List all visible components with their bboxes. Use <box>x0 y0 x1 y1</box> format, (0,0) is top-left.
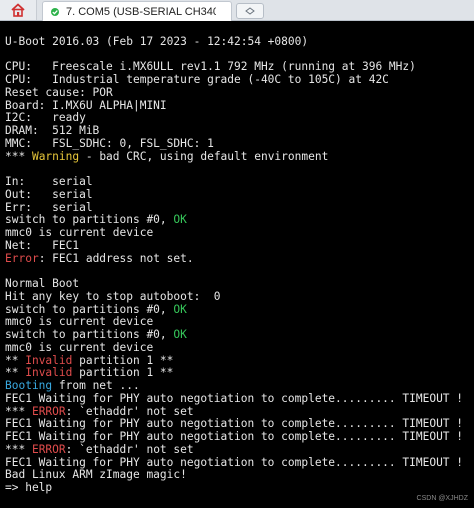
new-tab-icon <box>245 7 255 15</box>
terminal-text: Normal Boot <box>5 277 80 290</box>
terminal-text: : `ethaddr' not set <box>65 442 194 456</box>
terminal-text: FEC1 Waiting for PHY auto negotiation to… <box>5 455 464 469</box>
terminal-line: FEC1 Waiting for PHY auto negotiation to… <box>5 417 463 430</box>
terminal-text: FEC1 Waiting for PHY auto negotiation to… <box>5 417 464 431</box>
home-icon <box>11 3 25 17</box>
new-tab-button[interactable] <box>236 3 264 19</box>
terminal-line: CPU: Industrial temperature grade (-40C … <box>5 73 389 86</box>
highlighted-text: ERROR <box>31 404 66 418</box>
terminal-line: Net: FEC1 <box>5 239 79 252</box>
watermark: CSDN @XJHDZ <box>416 495 468 502</box>
terminal-line: switch to partitions #0, OK <box>5 303 187 316</box>
terminal-text: U-Boot 2016.03 (Feb 17 2023 - 12:42:54 +… <box>5 34 309 48</box>
terminal-text: I2C: ready <box>5 111 86 125</box>
terminal-text: Hit any key to stop autoboot: 0 <box>5 289 221 303</box>
terminal-text: *** <box>5 149 32 163</box>
terminal-text: switch to partitions #0, <box>5 328 174 341</box>
terminal-text: Out: serial <box>5 187 93 201</box>
terminal-text: Bad Linux ARM zImage magic! <box>5 468 187 482</box>
terminal-line: FEC1 Waiting for PHY auto negotiation to… <box>5 430 463 443</box>
connection-status-icon <box>49 6 61 18</box>
terminal-text: *** <box>5 404 32 418</box>
highlighted-text: OK <box>173 213 187 227</box>
terminal-line: Out: serial <box>5 188 93 201</box>
highlighted-text: Invalid <box>25 366 73 380</box>
terminal-text: Reset cause: POR <box>5 85 113 99</box>
highlighted-text: Invalid <box>25 353 73 367</box>
terminal-line: Booting from net ... <box>5 379 140 392</box>
terminal-line: *** ERROR: `ethaddr' not set <box>5 405 194 418</box>
terminal-line: Board: I.MX6U ALPHA|MINI <box>5 99 167 112</box>
tab-bar: 7. COM5 (USB-SERIAL CH340 (COM <box>0 0 474 21</box>
terminal-line: mmc0 is current device <box>5 315 153 328</box>
tab-com5[interactable]: 7. COM5 (USB-SERIAL CH340 (COM <box>42 1 232 21</box>
terminal-line: Hit any key to stop autoboot: 0 <box>5 290 221 303</box>
highlighted-text: Booting <box>5 379 53 392</box>
highlighted-text: OK <box>173 328 187 341</box>
terminal-line: Error: FEC1 address not set. <box>5 252 194 265</box>
terminal-text: mmc0 is current device <box>5 340 154 354</box>
terminal-text: ** <box>5 353 26 367</box>
terminal-line: *** ERROR: `ethaddr' not set <box>5 443 194 456</box>
terminal-line: FEC1 Waiting for PHY auto negotiation to… <box>5 456 463 469</box>
terminal-text: - bad CRC, using default environment <box>79 149 329 163</box>
terminal-text: MMC: FSL_SDHC: 0, FSL_SDHC: 1 <box>5 136 214 150</box>
terminal-line: FEC1 Waiting for PHY auto negotiation to… <box>5 392 463 405</box>
terminal-text: *** <box>5 442 32 456</box>
terminal-text: Net: FEC1 <box>5 238 80 252</box>
terminal-line: switch to partitions #0, OK <box>5 213 187 226</box>
terminal-text: DRAM: 512 MiB <box>5 124 100 137</box>
terminal-text: : `ethaddr' not set <box>65 404 194 418</box>
terminal-line: DRAM: 512 MiB <box>5 124 99 137</box>
terminal-text: FEC1 Waiting for PHY auto negotiation to… <box>5 430 464 443</box>
terminal-text: mmc0 is current device <box>5 226 154 239</box>
terminal-text: CPU: Industrial temperature grade (-40C … <box>5 73 389 86</box>
highlighted-text: ERROR <box>31 442 66 456</box>
terminal-text: : FEC1 address not set. <box>38 251 194 265</box>
terminal-line: Bad Linux ARM zImage magic! <box>5 468 187 481</box>
terminal-text: CPU: Freescale i.MX6ULL rev1.1 792 MHz (… <box>5 60 416 74</box>
terminal-text: switch to partitions #0, <box>5 213 174 227</box>
terminal-line: ** Invalid partition 1 ** <box>5 366 173 379</box>
terminal-line: Err: serial <box>5 201 93 214</box>
terminal-text: FEC1 Waiting for PHY auto negotiation to… <box>5 391 464 405</box>
terminal-text: Err: serial <box>5 200 93 214</box>
terminal-text: mmc0 is current device <box>5 315 154 329</box>
terminal-text: => help <box>5 481 53 494</box>
terminal-line: mmc0 is current device <box>5 341 153 354</box>
terminal-line: MMC: FSL_SDHC: 0, FSL_SDHC: 1 <box>5 137 214 150</box>
terminal-line: U-Boot 2016.03 (Feb 17 2023 - 12:42:54 +… <box>5 35 308 48</box>
terminal-line: Normal Boot <box>5 277 79 290</box>
terminal-line: ** Invalid partition 1 ** <box>5 354 173 367</box>
terminal-text: partition 1 ** <box>72 366 174 380</box>
highlighted-text: Warning <box>31 149 80 163</box>
tab-label: 7. COM5 (USB-SERIAL CH340 (COM <box>66 5 216 18</box>
home-button[interactable] <box>0 0 37 20</box>
terminal-line: => help <box>5 481 52 494</box>
terminal-text: ** <box>5 366 26 380</box>
terminal-line: mmc0 is current device <box>5 226 153 239</box>
terminal-text: In: serial <box>5 175 93 188</box>
terminal-text: from net ... <box>52 379 140 392</box>
terminal-output[interactable]: U-Boot 2016.03 (Feb 17 2023 - 12:42:54 +… <box>0 21 474 508</box>
highlighted-text: Error <box>5 251 39 265</box>
terminal-line: Reset cause: POR <box>5 86 113 99</box>
terminal-text: switch to partitions #0, <box>5 302 174 316</box>
highlighted-text: OK <box>173 302 187 316</box>
terminal-line: In: serial <box>5 175 93 188</box>
terminal-line: I2C: ready <box>5 111 86 124</box>
terminal-line: *** Warning - bad CRC, using default env… <box>5 150 328 163</box>
terminal-text: Board: I.MX6U ALPHA|MINI <box>5 98 167 112</box>
terminal-text: partition 1 ** <box>72 353 174 367</box>
terminal-line: switch to partitions #0, OK <box>5 328 187 341</box>
terminal-line: CPU: Freescale i.MX6ULL rev1.1 792 MHz (… <box>5 60 416 73</box>
